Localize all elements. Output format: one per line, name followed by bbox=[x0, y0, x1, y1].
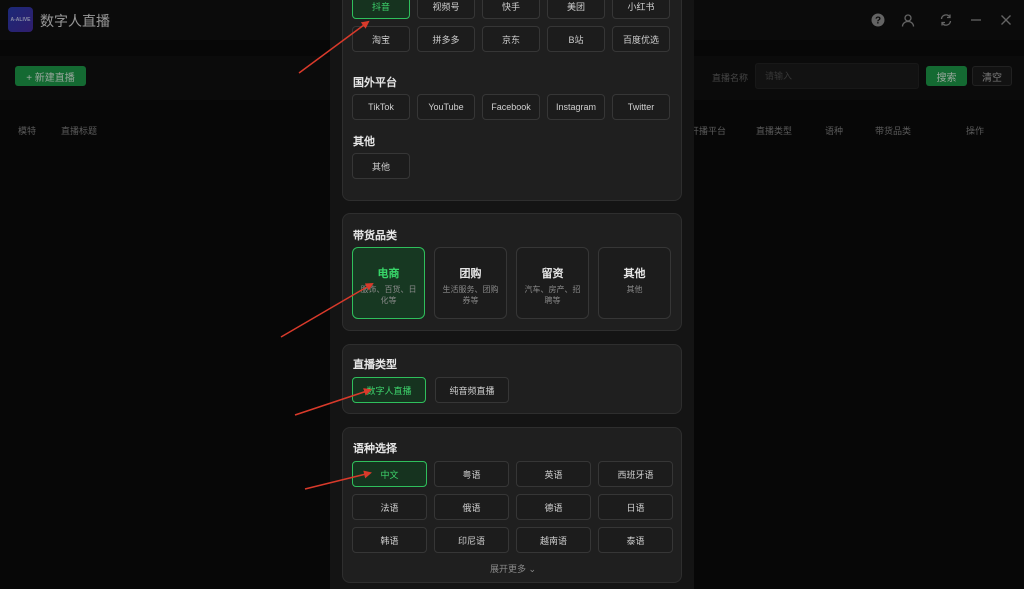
arrow-to-digital-human bbox=[294, 388, 372, 416]
arrow-to-chinese bbox=[304, 470, 372, 490]
arrow-to-ecommerce bbox=[280, 282, 374, 338]
annotation-arrows bbox=[280, 20, 374, 490]
arrow-to-douyin bbox=[298, 20, 370, 74]
